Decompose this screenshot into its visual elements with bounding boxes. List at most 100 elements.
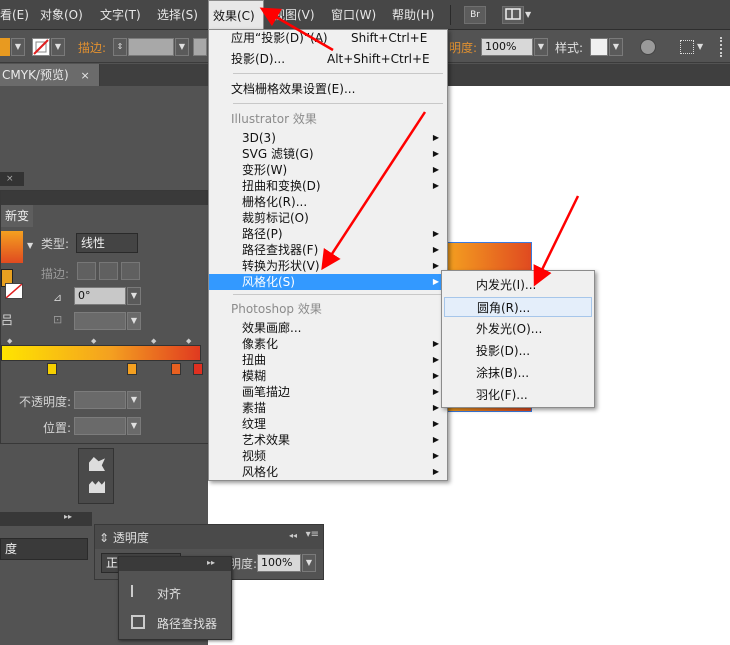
stroke-within-icon[interactable] — [77, 262, 96, 280]
gradient-panel-tab[interactable]: 新变 — [1, 205, 34, 227]
stroke-weight-input[interactable] — [128, 38, 174, 56]
gradient-preview-swatch[interactable] — [1, 231, 23, 263]
panel-collapse-icon[interactable]: × — [0, 172, 24, 186]
menu-item-path[interactable]: 路径(P) ▶ — [209, 226, 447, 242]
gradient-preview-dropdown-icon[interactable]: ▼ — [27, 241, 33, 250]
stroke-dropdown-icon[interactable]: ▼ — [51, 38, 65, 56]
menu-item-crop-marks[interactable]: 裁剪标记(O) — [209, 210, 447, 226]
stop-opacity-input[interactable] — [74, 391, 126, 409]
menu-item-brush-strokes[interactable]: 画笔描边 ▶ — [209, 384, 447, 400]
stroke-along-icon[interactable] — [99, 262, 118, 280]
fill-dropdown-icon[interactable]: ▼ — [11, 38, 25, 56]
aspect-ratio-icon: ⊡ — [53, 313, 63, 326]
aspect-ratio-input[interactable] — [74, 312, 126, 330]
transparency-opacity-dropdown-icon[interactable]: ▼ — [302, 554, 316, 572]
menu-item-rasterize[interactable]: 栅格化(R)... — [209, 194, 447, 210]
menu-object[interactable]: 对象(O) — [40, 0, 83, 30]
opacity-input[interactable]: 100% — [481, 38, 533, 56]
gradient-type-select[interactable]: 线性 — [76, 233, 138, 253]
stroke-weight-stepper[interactable]: ⇕ — [113, 38, 127, 56]
gradient-stop[interactable] — [47, 363, 57, 375]
style-swatch[interactable] — [590, 38, 608, 56]
gradient-slider[interactable] — [1, 345, 201, 361]
tool-flare-icon[interactable] — [89, 457, 105, 471]
document-tab-close-icon[interactable]: × — [81, 69, 90, 82]
pathfinder-item[interactable]: 路径查找器 — [127, 613, 231, 633]
submenu-item-inner-glow[interactable]: 内发光(I)... — [444, 275, 592, 295]
transparency-panel-header[interactable]: ⇕ 透明度 ◂◂ ▾≡ — [95, 525, 323, 549]
align-dropdown-icon[interactable]: ▼ — [697, 42, 703, 51]
menu-item-last-effect[interactable]: 投影(D)... Alt+Shift+Ctrl+E — [209, 51, 447, 67]
transparency-panel-menu-icon[interactable]: ▾≡ — [306, 529, 319, 540]
menu-item-pixelate[interactable]: 像素化 ▶ — [209, 336, 447, 352]
menu-item-svg-filters[interactable]: SVG 滤镜(G) ▶ — [209, 146, 447, 162]
stroke-swatch[interactable] — [32, 38, 50, 56]
gradient-stop[interactable] — [193, 363, 203, 375]
document-tab[interactable]: CMYK/预览) × — [0, 64, 100, 86]
aspect-ratio-dropdown-icon[interactable]: ▼ — [127, 312, 141, 330]
menu-effect[interactable]: 效果(C) — [208, 0, 264, 30]
fill-swatch[interactable] — [0, 38, 10, 56]
angle-dropdown-icon[interactable]: ▼ — [127, 287, 141, 305]
arrange-documents-button[interactable] — [502, 6, 524, 24]
menu-window[interactable]: 窗口(W) — [331, 0, 376, 30]
recolor-artwork-icon[interactable] — [640, 39, 656, 55]
gradient-stop[interactable] — [171, 363, 181, 375]
tool-crown-icon[interactable] — [89, 481, 105, 493]
stroke-profile-field[interactable] — [193, 38, 207, 56]
align-panel-header[interactable]: ▸▸ — [119, 557, 231, 571]
stop-position-dropdown-icon[interactable]: ▼ — [127, 417, 141, 435]
stop-position-input[interactable] — [74, 417, 126, 435]
arrange-dropdown-icon[interactable]: ▼ — [525, 10, 531, 19]
gradient-stroke-label: 描边: — [41, 267, 70, 281]
menu-item-raster-settings[interactable]: 文档栅格效果设置(E)... — [209, 81, 447, 97]
submenu-item-round-corners[interactable]: 圆角(R)... — [444, 297, 592, 317]
menu-item-3d[interactable]: 3D(3) ▶ — [209, 130, 447, 146]
menu-item-texture[interactable]: 纹理 ▶ — [209, 416, 447, 432]
angle-icon: ⊿ — [53, 291, 63, 304]
menu-view-partial[interactable]: 看(E) — [0, 0, 29, 30]
menu-help[interactable]: 帮助(H) — [392, 0, 434, 30]
transparency-opacity-input[interactable]: 100% — [257, 554, 301, 572]
submenu-item-feather[interactable]: 羽化(F)... — [444, 385, 592, 405]
menu-separator — [233, 73, 443, 74]
menu-select[interactable]: 选择(S) — [157, 0, 198, 30]
menu-item-artistic[interactable]: 艺术效果 ▶ — [209, 432, 447, 448]
menu-item-apply-last-effect[interactable]: 应用“投影(D)”(A) Shift+Ctrl+E — [209, 30, 447, 46]
stroke-proxy-swatch[interactable] — [5, 283, 23, 299]
left-panel-field[interactable]: 度 — [0, 538, 88, 560]
align-to-icon[interactable] — [680, 40, 694, 54]
angle-input[interactable]: 0° — [74, 287, 126, 305]
transparency-panel-collapse-icon[interactable]: ◂◂ — [289, 531, 297, 540]
menu-item-stylize-photoshop[interactable]: 风格化 ▶ — [209, 464, 447, 480]
submenu-item-scribble[interactable]: 涂抹(B)... — [444, 363, 592, 383]
left-panel-header[interactable]: ▸▸ — [0, 512, 92, 526]
gradient-stop[interactable] — [127, 363, 137, 375]
menu-item-blur[interactable]: 模糊 ▶ — [209, 368, 447, 384]
style-dropdown-icon[interactable]: ▼ — [609, 38, 623, 56]
control-bar-grip[interactable] — [720, 37, 726, 57]
stroke-weight-dropdown-icon[interactable]: ▼ — [175, 38, 189, 56]
submenu-item-drop-shadow[interactable]: 投影(D)... — [444, 341, 592, 361]
menu-view[interactable]: 视图(V) — [273, 0, 315, 30]
bridge-button[interactable]: Br — [464, 6, 486, 24]
menu-item-effect-gallery[interactable]: 效果画廊... — [209, 320, 447, 336]
submenu-item-outer-glow[interactable]: 外发光(O)... — [444, 319, 592, 339]
menu-item-sketch[interactable]: 素描 ▶ — [209, 400, 447, 416]
menu-bar: 看(E) 对象(O) 文字(T) 选择(S) 效果(C) 视图(V) 窗口(W)… — [0, 0, 730, 30]
menu-item-warp[interactable]: 变形(W) ▶ — [209, 162, 447, 178]
stroke-across-icon[interactable] — [121, 262, 140, 280]
stop-opacity-dropdown-icon[interactable]: ▼ — [127, 391, 141, 409]
opacity-dropdown-icon[interactable]: ▼ — [534, 38, 548, 56]
align-icon — [131, 585, 143, 597]
menu-item-pathfinder[interactable]: 路径查找器(F) ▶ — [209, 242, 447, 258]
gradient-panel-header[interactable] — [1, 191, 209, 205]
menu-item-stylize[interactable]: 风格化(S) ▶ — [209, 274, 447, 290]
menu-item-convert-to-shape[interactable]: 转换为形状(V) ▶ — [209, 258, 447, 274]
align-item[interactable]: 对齐 — [127, 583, 227, 603]
menu-item-video[interactable]: 视频 ▶ — [209, 448, 447, 464]
menu-item-distort[interactable]: 扭曲 ▶ — [209, 352, 447, 368]
menu-item-distort-transform[interactable]: 扭曲和变换(D) ▶ — [209, 178, 447, 194]
transparency-panel-tab[interactable]: ⇕ 透明度 — [99, 529, 149, 546]
menu-type[interactable]: 文字(T) — [100, 0, 141, 30]
